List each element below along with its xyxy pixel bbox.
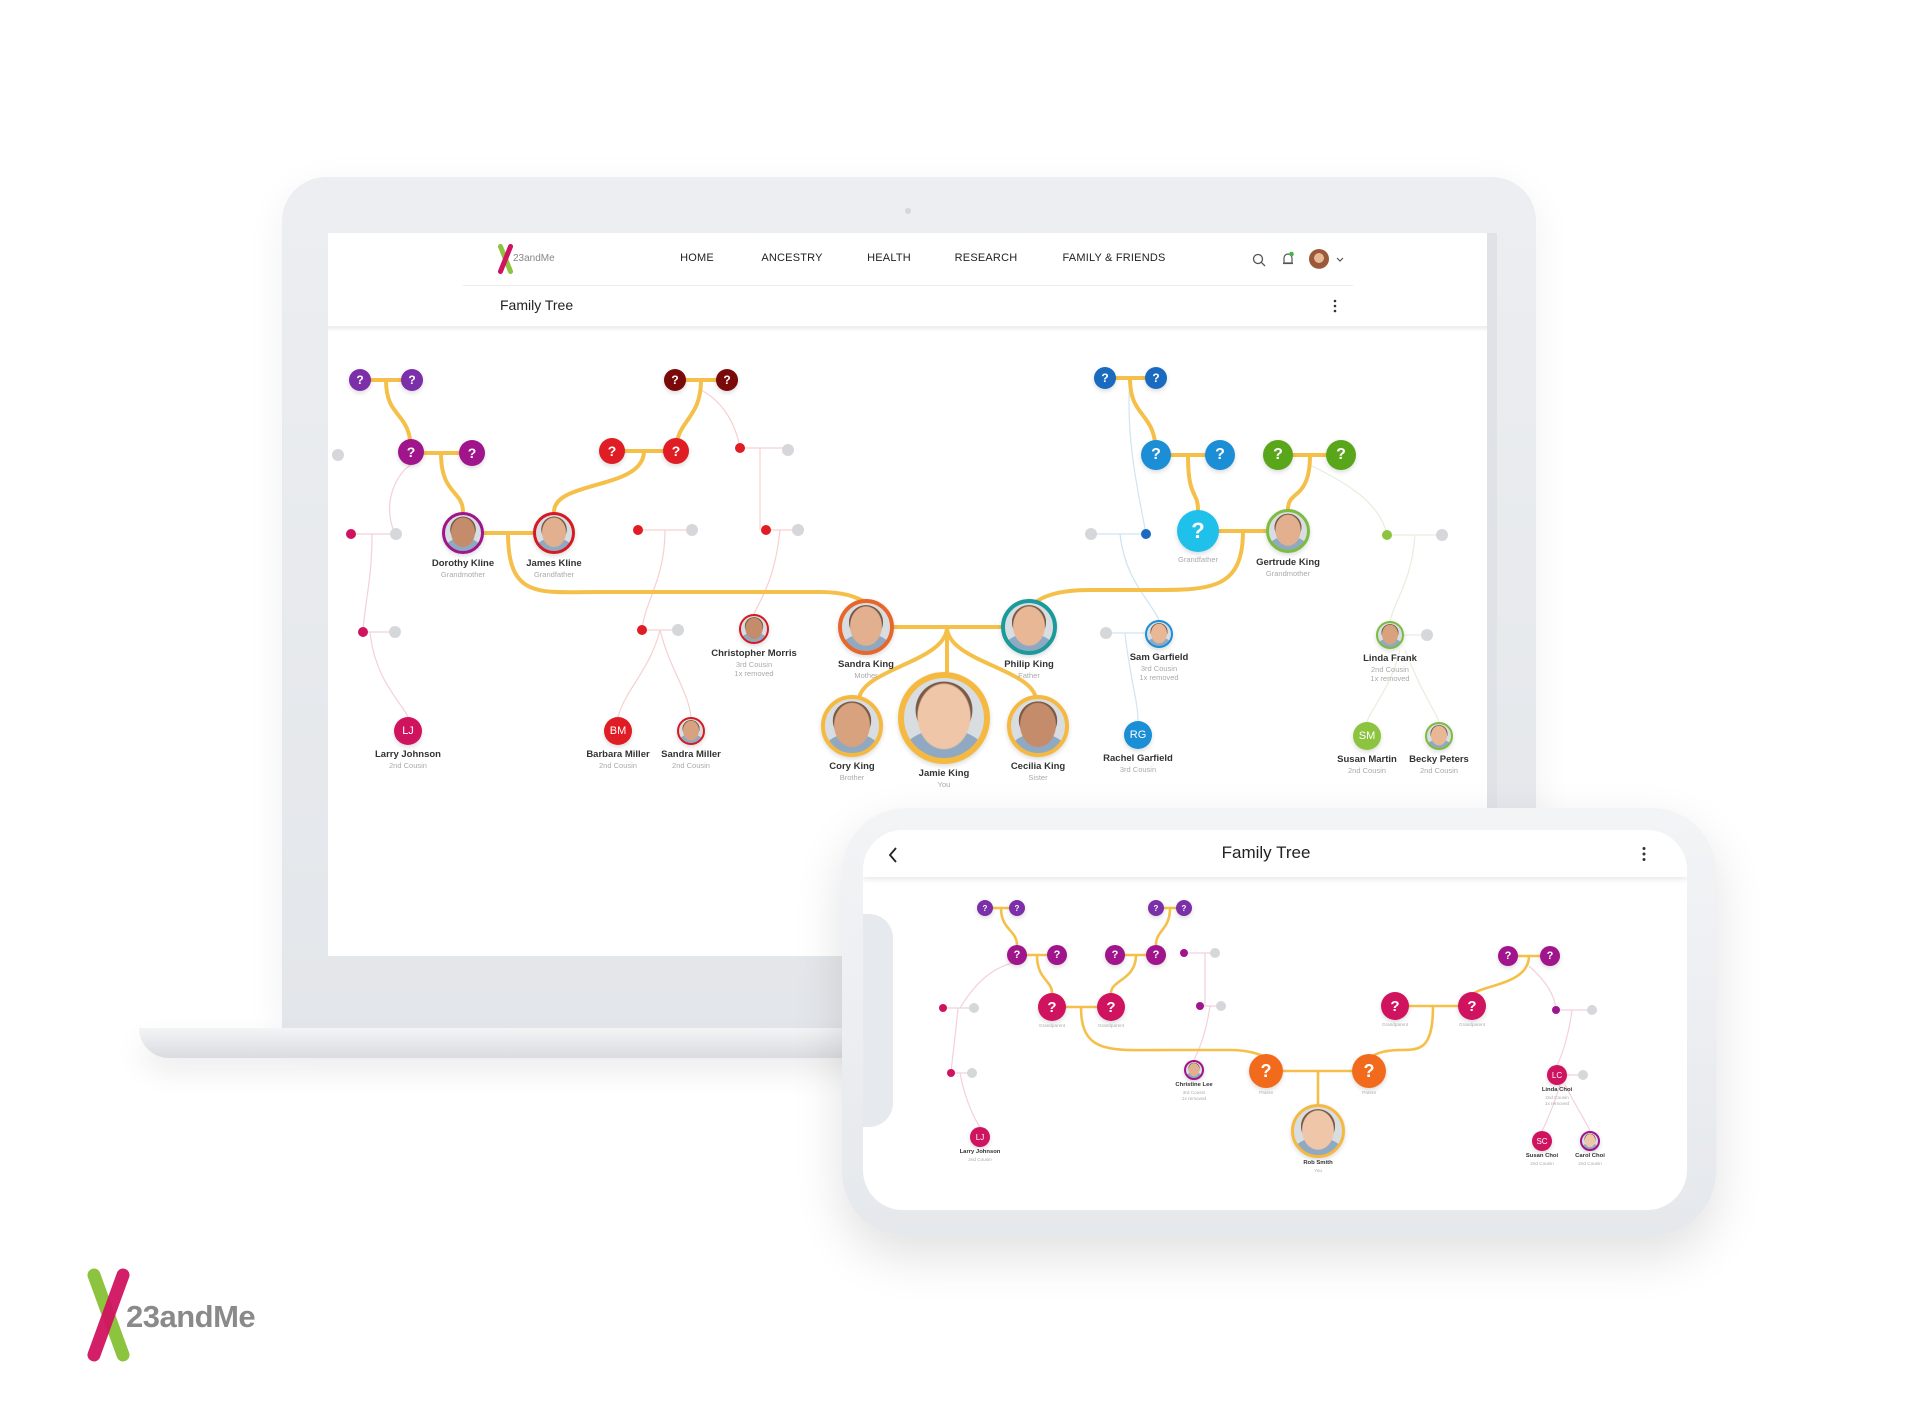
unknown-ancestor-node[interactable]: ? (1458, 992, 1486, 1020)
initials: SC (1536, 1136, 1548, 1146)
question-mark-icon: ? (1047, 998, 1057, 1016)
person-relation-detail: 1x removed (1181, 1095, 1207, 1101)
placeholder-relative-dot[interactable] (1180, 949, 1188, 957)
question-mark-icon: ? (1111, 949, 1119, 961)
unknown-ancestor-node[interactable]: ? (1498, 946, 1518, 966)
person-name: Rob Smith (1303, 1160, 1333, 1167)
person-relation: 2nd Cousin (1578, 1160, 1602, 1166)
initials: LJ (975, 1132, 985, 1142)
person-photo-avatar[interactable] (1580, 1131, 1600, 1151)
person-label: Rob Smith You (1303, 1160, 1332, 1173)
question-mark-icon: ? (1546, 950, 1554, 962)
unknown-ancestor-node[interactable]: ? (1047, 945, 1067, 965)
person-label: Grandparent (1039, 1023, 1065, 1029)
placeholder-relative-dot[interactable] (1196, 1002, 1204, 1010)
question-mark-icon: ? (1153, 903, 1159, 913)
unknown-ancestor-node[interactable]: ? (1249, 1054, 1283, 1088)
placeholder-relative-dot[interactable] (939, 1004, 947, 1012)
person-photo-avatar[interactable] (1184, 1060, 1204, 1080)
question-mark-icon: ? (1363, 1060, 1375, 1081)
question-mark-icon: ? (1504, 950, 1512, 962)
phone-title: Family Tree (1221, 843, 1311, 862)
person-label: Carol Choi 2nd Cousin (1575, 1153, 1605, 1166)
person-relation: 2nd Cousin (1530, 1160, 1554, 1166)
kebab-menu-icon[interactable] (1641, 846, 1647, 862)
person-name: Larry Johnson (959, 1149, 1001, 1156)
person-photo-avatar[interactable] (1291, 1104, 1345, 1158)
unknown-ancestor-node[interactable]: ? (1176, 900, 1192, 916)
person-label: Parent (1362, 1090, 1376, 1096)
person-name: Carol Choi (1575, 1153, 1605, 1160)
person-relation: Parent (1362, 1089, 1376, 1095)
placeholder-relative-dot[interactable] (1578, 1070, 1588, 1080)
unknown-ancestor-node[interactable]: ? (1105, 945, 1125, 965)
phone-header: Family Tree (863, 830, 1687, 877)
unknown-ancestor-node[interactable]: ? (1146, 945, 1166, 965)
person-relation-detail: 1x removed (1544, 1100, 1570, 1106)
person-label: Larry Johnson 2nd Cousin (960, 1149, 1001, 1162)
question-mark-icon: ? (1014, 903, 1020, 913)
person-name: Linda Choi (1541, 1087, 1573, 1094)
question-mark-icon: ? (982, 903, 988, 913)
placeholder-relative-dot[interactable] (1216, 1001, 1226, 1011)
person-relation: You (1314, 1167, 1322, 1173)
unknown-ancestor-node[interactable]: ? (1148, 900, 1164, 916)
brand-logo: 23andMe (80, 1266, 280, 1366)
person-label: Grandparent (1459, 1022, 1485, 1028)
person-name: Christine Lee (1175, 1082, 1213, 1089)
placeholder-relative-dot[interactable] (1587, 1005, 1597, 1015)
question-mark-icon: ? (1053, 949, 1061, 961)
brand-logo-text: 23andMe (126, 1299, 256, 1334)
unknown-ancestor-node[interactable]: ? (1381, 992, 1409, 1020)
placeholder-relative-dot[interactable] (1210, 948, 1220, 958)
person-relation: Grandparent (1097, 1022, 1125, 1028)
person-relation: Grandparent (1381, 1021, 1409, 1027)
person-relation: Parent (1259, 1089, 1273, 1095)
question-mark-icon: ? (1013, 949, 1021, 961)
person-label: Grandparent (1382, 1022, 1408, 1028)
unknown-ancestor-node[interactable]: ? (1097, 993, 1125, 1021)
unknown-ancestor-node[interactable]: ? (1038, 993, 1066, 1021)
person-label: Linda Choi 2nd Cousin 1x removed (1542, 1087, 1572, 1106)
initials-avatar[interactable]: LJ (970, 1127, 990, 1147)
person-name: Susan Choi (1525, 1153, 1559, 1160)
person-relation: Grandparent (1038, 1022, 1066, 1028)
question-mark-icon: ? (1106, 998, 1116, 1016)
question-mark-icon: ? (1181, 903, 1187, 913)
placeholder-relative-dot[interactable] (967, 1068, 977, 1078)
unknown-ancestor-node[interactable]: ? (977, 900, 993, 916)
person-label: Grandparent (1098, 1023, 1124, 1029)
unknown-ancestor-node[interactable]: ? (1540, 946, 1560, 966)
initials: LC (1551, 1070, 1563, 1080)
placeholder-relative-dot[interactable] (947, 1069, 955, 1077)
initials-avatar[interactable]: LC (1547, 1065, 1567, 1085)
placeholder-relative-dot[interactable] (969, 1003, 979, 1013)
unknown-ancestor-node[interactable]: ? (1009, 900, 1025, 916)
question-mark-icon: ? (1467, 997, 1477, 1015)
phone-family-tree: ????????? Grandparent? Grandparent? Grandpa… (0, 0, 1920, 1405)
question-mark-icon: ? (1152, 949, 1160, 961)
unknown-ancestor-node[interactable]: ? (1352, 1054, 1386, 1088)
placeholder-relative-dot[interactable] (1552, 1006, 1560, 1014)
question-mark-icon: ? (1260, 1060, 1272, 1081)
person-label: Susan Choi 2nd Cousin (1526, 1153, 1558, 1166)
unknown-ancestor-node[interactable]: ? (1007, 945, 1027, 965)
chevron-left-icon[interactable] (887, 846, 899, 864)
person-relation: Grandparent (1458, 1021, 1486, 1027)
person-label: Christine Lee 3rd Cousin 1x removed (1175, 1082, 1212, 1101)
person-relation: 2nd Cousin (968, 1156, 992, 1162)
person-label: Parent (1259, 1090, 1273, 1096)
question-mark-icon: ? (1390, 997, 1400, 1015)
initials-avatar[interactable]: SC (1532, 1131, 1552, 1151)
